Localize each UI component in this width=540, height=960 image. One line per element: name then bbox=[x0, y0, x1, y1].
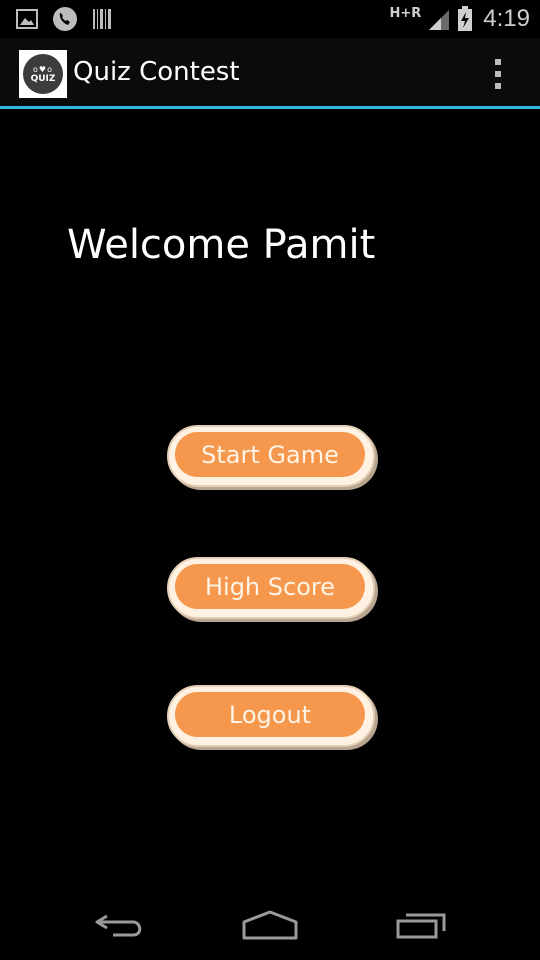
start-game-button[interactable]: Start Game bbox=[167, 425, 375, 487]
start-game-button-face: Start Game bbox=[175, 432, 365, 477]
signal-strength-icon bbox=[429, 10, 450, 30]
high-score-button[interactable]: High Score bbox=[167, 557, 375, 619]
logout-label: Logout bbox=[228, 700, 312, 729]
navigation-bar bbox=[0, 890, 540, 960]
image-notification-icon bbox=[16, 9, 38, 29]
logout-button[interactable]: Logout bbox=[167, 685, 375, 747]
overflow-dot bbox=[495, 59, 501, 65]
clock: 4:19 bbox=[483, 5, 530, 32]
home-button[interactable] bbox=[215, 890, 325, 960]
app-logo-dots: o♥o bbox=[33, 64, 53, 74]
battery-charging-icon bbox=[458, 6, 473, 31]
recent-apps-icon bbox=[396, 913, 446, 939]
logout-button-face: Logout bbox=[175, 692, 365, 737]
phone-call-icon bbox=[53, 7, 77, 31]
back-button[interactable] bbox=[65, 890, 175, 960]
high-score-button-face: High Score bbox=[175, 564, 365, 609]
action-bar-divider bbox=[0, 106, 540, 109]
app-logo-badge: o♥o QUIZ bbox=[23, 54, 63, 94]
status-bar: H+R 4:19 bbox=[0, 0, 540, 38]
app-title: Quiz Contest bbox=[73, 57, 240, 87]
recent-apps-button[interactable] bbox=[366, 890, 476, 960]
start-game-label: Start Game bbox=[201, 440, 339, 469]
app-logo-icon[interactable]: o♥o QUIZ bbox=[19, 50, 67, 98]
system-status: H+R 4:19 bbox=[389, 4, 530, 34]
network-type-label: H+R bbox=[389, 5, 422, 21]
high-score-label: High Score bbox=[204, 572, 335, 601]
back-icon bbox=[95, 914, 142, 937]
app-logo-text: QUIZ bbox=[30, 73, 56, 84]
overflow-dot bbox=[495, 83, 501, 89]
overflow-dot bbox=[495, 71, 501, 77]
welcome-message: Welcome Pamit bbox=[67, 222, 376, 268]
barcode-notification-icon bbox=[93, 9, 111, 29]
home-icon bbox=[242, 910, 298, 940]
notification-icons bbox=[16, 6, 112, 32]
overflow-menu-icon[interactable] bbox=[484, 54, 512, 94]
